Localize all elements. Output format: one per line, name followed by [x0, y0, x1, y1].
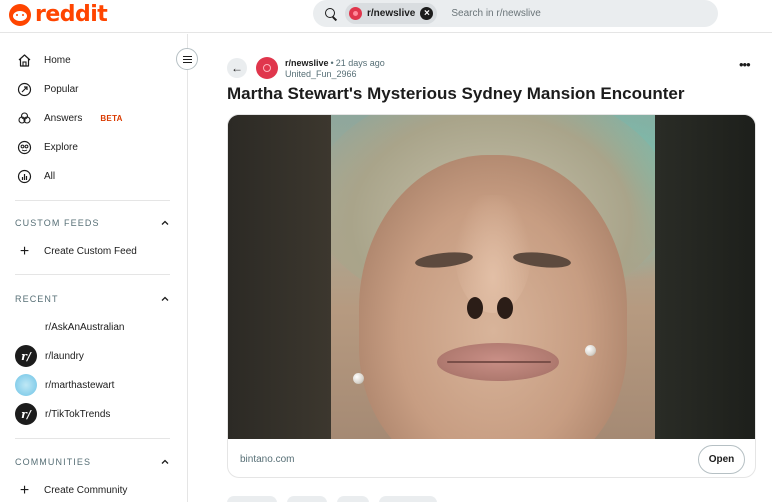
chevron-up-icon[interactable] — [160, 218, 170, 228]
subreddit-avatar-icon — [15, 374, 37, 396]
more-options-icon[interactable]: ••• — [739, 58, 751, 71]
sidebar-divider — [15, 274, 170, 275]
reddit-logo[interactable]: reddit — [9, 2, 108, 27]
explore-icon — [17, 140, 32, 155]
search-icon — [325, 7, 337, 20]
post-time: 21 days ago — [335, 58, 385, 68]
search-scope-label: r/newslive — [367, 8, 416, 19]
communities-header[interactable]: COMMUNITIES — [15, 455, 170, 469]
open-link-button[interactable]: Open — [698, 444, 745, 474]
plus-icon: + — [19, 481, 30, 499]
sidebar-item-all[interactable]: All — [17, 166, 55, 186]
comments-button[interactable] — [287, 496, 327, 502]
chevron-up-icon[interactable] — [160, 457, 170, 467]
collapse-sidebar-button[interactable] — [176, 48, 198, 70]
search-bar[interactable]: r/newslive × Search in r/newslive — [313, 0, 718, 27]
all-icon — [17, 169, 32, 184]
subreddit-avatar-icon — [349, 7, 362, 20]
recent-item-label: r/marthastewart — [45, 379, 115, 391]
subreddit-avatar-icon[interactable] — [256, 57, 278, 79]
recent-item-label: r/AskAnAustralian — [45, 321, 125, 333]
photo-lip-line — [447, 361, 551, 363]
recent-item-tiktoktrends[interactable]: r/ r/TikTokTrends — [15, 403, 110, 425]
subreddit-link[interactable]: r/newslive — [285, 58, 329, 68]
home-icon — [17, 53, 32, 68]
sidebar-item-label: Create Custom Feed — [44, 245, 137, 257]
recent-item-label: r/TikTokTrends — [45, 408, 111, 420]
sidebar-item-label: Explore — [44, 141, 78, 153]
author-link[interactable]: United_Fun_2966 — [285, 69, 385, 80]
recent-header[interactable]: RECENT — [15, 292, 170, 306]
recent-item-laundry[interactable]: r/ r/laundry — [15, 345, 84, 367]
vote-button-group[interactable] — [227, 496, 277, 502]
sidebar-item-popular[interactable]: Popular — [17, 79, 78, 99]
post-title: Martha Stewart's Mysterious Sydney Mansi… — [227, 84, 685, 103]
menu-icon — [182, 55, 192, 63]
back-button[interactable]: ← — [227, 58, 247, 78]
photo-earring-left — [353, 373, 364, 384]
recent-item-label: r/laundry — [45, 350, 84, 362]
create-community[interactable]: + Create Community — [17, 480, 128, 500]
recent-item-askanaustralian[interactable]: r/AskAnAustralian — [15, 316, 124, 338]
link-bar: bintano.com Open — [228, 439, 755, 477]
answers-icon — [17, 111, 32, 126]
sidebar-divider — [15, 200, 170, 201]
photo-nostril-right — [497, 297, 513, 319]
left-sidebar: Home Popular Answers BETA Explore All CU… — [0, 34, 188, 502]
subreddit-avatar-icon — [15, 316, 37, 338]
section-title: COMMUNITIES — [15, 457, 92, 467]
photo-nostril-left — [467, 297, 483, 319]
sidebar-item-label: Home — [44, 54, 71, 66]
award-button[interactable] — [337, 496, 369, 502]
meta-separator: • — [330, 58, 334, 68]
reddit-wordmark: reddit — [35, 2, 108, 27]
sidebar-item-explore[interactable]: Explore — [17, 137, 78, 157]
create-custom-feed[interactable]: + Create Custom Feed — [17, 241, 137, 261]
chevron-up-icon[interactable] — [160, 294, 170, 304]
subreddit-default-icon: r/ — [15, 403, 37, 425]
sidebar-item-label: All — [44, 170, 56, 182]
photo-earring-right — [585, 345, 596, 356]
sidebar-item-label: Create Community — [44, 484, 128, 496]
recent-item-marthastewart[interactable]: r/marthastewart — [15, 374, 114, 396]
popular-icon — [17, 82, 32, 97]
plus-icon: + — [19, 242, 30, 260]
link-domain[interactable]: bintano.com — [240, 454, 294, 465]
custom-feeds-header[interactable]: CUSTOM FEEDS — [15, 216, 170, 230]
portrait-photo — [331, 115, 655, 439]
reddit-snoo-icon — [9, 4, 31, 26]
top-header: reddit r/newslive × Search in r/newslive — [0, 0, 772, 33]
section-title: CUSTOM FEEDS — [15, 218, 100, 228]
share-button[interactable] — [379, 496, 437, 502]
post-meta: r/newslive • 21 days ago United_Fun_2966 — [285, 58, 385, 80]
post-image[interactable] — [228, 115, 755, 439]
sidebar-item-answers[interactable]: Answers BETA — [17, 108, 123, 128]
sidebar-item-label: Answers — [44, 112, 83, 124]
post-media-card[interactable]: bintano.com Open — [227, 114, 756, 478]
sidebar-item-label: Popular — [44, 83, 79, 95]
section-title: RECENT — [15, 294, 59, 304]
image-blur-left — [228, 115, 331, 439]
subreddit-logo-icon — [263, 64, 271, 72]
sidebar-divider — [15, 438, 170, 439]
beta-badge: BETA — [100, 113, 123, 123]
subreddit-default-icon: r/ — [15, 345, 37, 367]
image-blur-right — [655, 115, 755, 439]
clear-scope-icon[interactable]: × — [420, 7, 434, 20]
photo-face — [359, 155, 627, 439]
search-scope-chip[interactable]: r/newslive × — [345, 3, 438, 24]
sidebar-item-home[interactable]: Home — [17, 50, 71, 70]
search-input[interactable]: Search in r/newslive — [451, 8, 540, 19]
